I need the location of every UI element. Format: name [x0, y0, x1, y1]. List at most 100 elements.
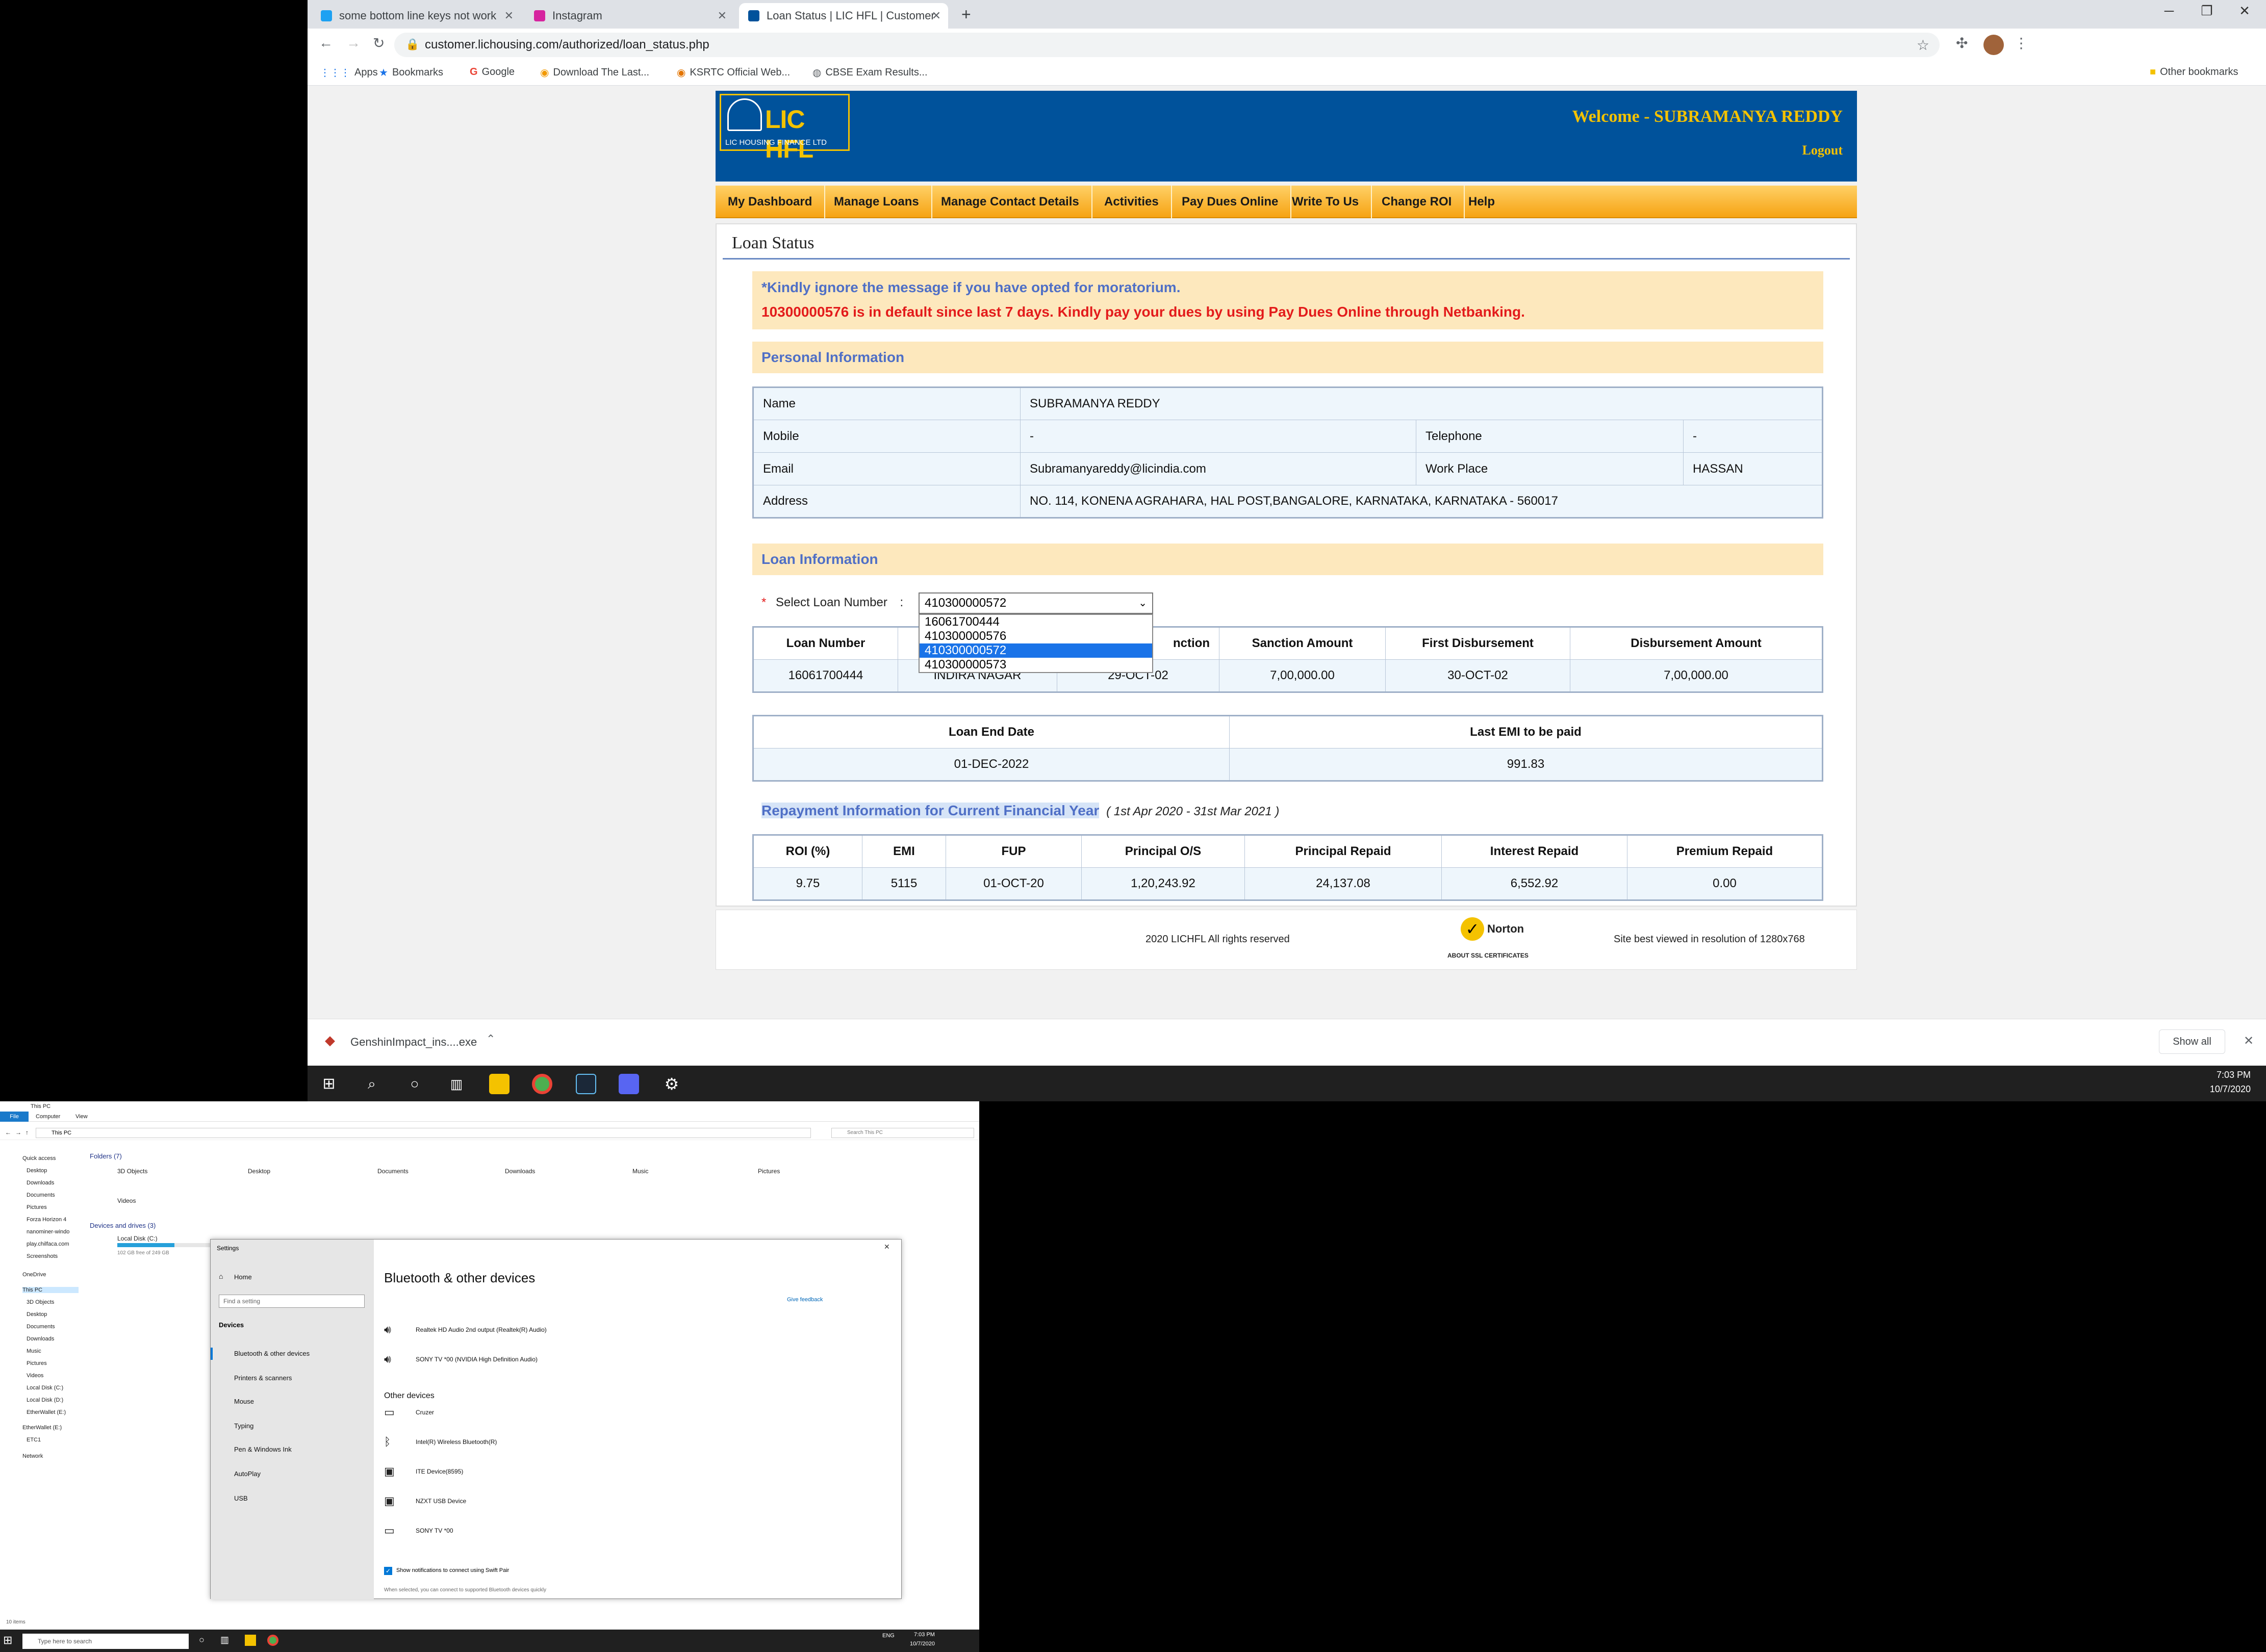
- menu-activities[interactable]: Activities: [1092, 186, 1172, 218]
- nav-item[interactable]: 3D Objects: [27, 1299, 54, 1305]
- settings-nav-usb[interactable]: USB: [234, 1494, 248, 1502]
- dropdown-option[interactable]: 16061700444: [920, 615, 1152, 629]
- folder-item[interactable]: Videos: [117, 1197, 136, 1204]
- norton-badge[interactable]: ✓ Norton ABOUT SSL CERTIFICATES: [1445, 915, 1552, 964]
- nav-item[interactable]: Downloads: [27, 1336, 54, 1342]
- task-view-icon[interactable]: ▥: [220, 1635, 229, 1645]
- nav-item[interactable]: Screenshots: [27, 1253, 58, 1259]
- settings-nav-typing[interactable]: Typing: [234, 1422, 253, 1430]
- nav-item[interactable]: Desktop: [27, 1311, 47, 1318]
- download-filename[interactable]: GenshinImpact_ins....exe: [350, 1036, 477, 1049]
- nav-item[interactable]: Local Disk (D:): [27, 1397, 63, 1403]
- lichfl-logo[interactable]: LIC HFL LIC HOUSING FINANCE LTD: [720, 94, 850, 163]
- nav-item[interactable]: EtherWallet (E:): [27, 1409, 66, 1415]
- clock-date[interactable]: 10/7/2020: [2205, 1084, 2251, 1095]
- bookmark-download[interactable]: ◉ Download The Last...: [540, 66, 649, 79]
- give-feedback-link[interactable]: Give feedback: [787, 1297, 823, 1303]
- tab-instagram[interactable]: Instagram ✕: [525, 3, 734, 29]
- menu-icon[interactable]: ⋮: [2014, 35, 2028, 51]
- bookmark-google[interactable]: G Google: [470, 66, 515, 78]
- folder-item[interactable]: Pictures: [758, 1168, 780, 1175]
- windows-start-icon[interactable]: ⊞: [3, 1634, 12, 1647]
- windows-start-icon[interactable]: ⊞: [319, 1074, 339, 1094]
- device-other[interactable]: ITE Device(8595): [416, 1468, 463, 1475]
- address-bar[interactable]: 🔒 customer.lichousing.com/authorized/loa…: [394, 33, 1940, 57]
- nav-item[interactable]: Downloads: [27, 1180, 54, 1186]
- folder-item[interactable]: Downloads: [505, 1168, 535, 1175]
- bookmark-ksrtc[interactable]: ◉ KSRTC Official Web...: [677, 66, 790, 79]
- settings-nav-pen[interactable]: Pen & Windows Ink: [234, 1446, 292, 1453]
- settings-search-input[interactable]: Find a setting: [219, 1295, 365, 1308]
- menu-manage-contact[interactable]: Manage Contact Details: [929, 186, 1092, 218]
- cortana-icon[interactable]: ○: [404, 1074, 425, 1094]
- settings-nav-bluetooth[interactable]: Bluetooth & other devices: [234, 1350, 310, 1357]
- menu-write-to-us[interactable]: Write To Us: [1280, 186, 1372, 218]
- nav-item[interactable]: Documents: [27, 1324, 55, 1330]
- close-tab-icon[interactable]: ✕: [504, 9, 514, 22]
- chrome-icon[interactable]: [267, 1635, 278, 1646]
- explorer-search-input[interactable]: Search This PC: [831, 1128, 974, 1138]
- close-icon[interactable]: ✕: [2244, 1034, 2254, 1048]
- settings-nav-printers[interactable]: Printers & scanners: [234, 1374, 292, 1382]
- device-other[interactable]: Intel(R) Wireless Bluetooth(R): [416, 1438, 497, 1446]
- folder-item[interactable]: Documents: [377, 1168, 409, 1175]
- forward-icon[interactable]: →: [15, 1129, 21, 1136]
- device-other[interactable]: SONY TV *00: [416, 1527, 453, 1534]
- clock-time[interactable]: 7:03 PM: [914, 1632, 935, 1638]
- minimize-icon[interactable]: ─: [2154, 3, 2184, 19]
- other-bookmarks[interactable]: ■ Other bookmarks: [2150, 66, 2238, 78]
- show-all-button[interactable]: Show all: [2159, 1029, 2225, 1054]
- nav-network[interactable]: Network: [22, 1453, 43, 1459]
- file-explorer-icon[interactable]: [245, 1635, 256, 1646]
- forward-icon[interactable]: →: [346, 35, 361, 51]
- settings-gear-icon[interactable]: ⚙: [661, 1074, 682, 1094]
- reload-icon[interactable]: ↻: [373, 35, 385, 51]
- nav-item[interactable]: Pictures: [27, 1204, 47, 1210]
- nav-item[interactable]: Videos: [27, 1373, 43, 1379]
- ribbon-file[interactable]: File: [0, 1112, 29, 1122]
- menu-manage-loans[interactable]: Manage Loans: [822, 186, 932, 218]
- drive-c[interactable]: Local Disk (C:): [117, 1235, 158, 1242]
- folder-item[interactable]: Music: [632, 1168, 648, 1175]
- clock-date[interactable]: 10/7/2020: [910, 1641, 935, 1647]
- explorer-path[interactable]: This PC: [36, 1128, 811, 1138]
- menu-change-roi[interactable]: Change ROI: [1369, 186, 1465, 218]
- nav-quick-access[interactable]: Quick access: [22, 1155, 56, 1161]
- back-icon[interactable]: ←: [5, 1129, 11, 1136]
- avatar[interactable]: [1983, 35, 2004, 55]
- menu-help[interactable]: Help: [1456, 186, 1507, 218]
- nav-item[interactable]: Documents: [27, 1192, 55, 1198]
- settings-nav-autoplay[interactable]: AutoPlay: [234, 1470, 261, 1478]
- settings-home[interactable]: Home: [234, 1273, 252, 1281]
- menu-my-dashboard[interactable]: My Dashboard: [716, 186, 826, 218]
- tab-loan-status[interactable]: Loan Status | LIC HFL | Customer ✕: [739, 3, 948, 29]
- dropdown-option[interactable]: 410300000576: [920, 629, 1152, 643]
- close-tab-icon[interactable]: ✕: [932, 9, 941, 22]
- star-icon[interactable]: ☆: [1917, 37, 1929, 54]
- back-icon[interactable]: ←: [319, 35, 333, 51]
- bookmark-bookmarks[interactable]: ★ Bookmarks: [379, 66, 443, 79]
- language-indicator[interactable]: ENG: [882, 1633, 895, 1639]
- tab-twitter[interactable]: some bottom line keys not work ✕: [312, 3, 521, 29]
- logout-link[interactable]: Logout: [1802, 143, 1843, 158]
- nav-item[interactable]: play.chilfaca.com: [27, 1241, 69, 1247]
- nav-item[interactable]: EtherWallet (E:): [22, 1425, 62, 1431]
- close-icon[interactable]: ✕: [884, 1243, 890, 1251]
- nav-item[interactable]: Music: [27, 1348, 41, 1354]
- nav-item[interactable]: ETC1: [27, 1437, 41, 1443]
- settings-nav-mouse[interactable]: Mouse: [234, 1398, 254, 1405]
- chrome-icon[interactable]: [532, 1074, 552, 1094]
- drives-heading[interactable]: Devices and drives (3): [90, 1222, 156, 1229]
- task-view-icon[interactable]: ▥: [446, 1074, 467, 1094]
- discord-icon[interactable]: [619, 1074, 639, 1094]
- new-tab-button[interactable]: +: [961, 5, 971, 24]
- extensions-icon[interactable]: ✣: [1956, 35, 1968, 51]
- cortana-icon[interactable]: ○: [199, 1635, 205, 1645]
- device-other[interactable]: Cruzer: [416, 1409, 434, 1416]
- restore-icon[interactable]: ❐: [2192, 3, 2222, 19]
- folders-heading[interactable]: Folders (7): [90, 1152, 122, 1160]
- swift-pair-checkbox[interactable]: ✓: [384, 1567, 392, 1575]
- folder-item[interactable]: Desktop: [248, 1168, 270, 1175]
- ribbon-computer[interactable]: Computer: [36, 1114, 60, 1120]
- up-icon[interactable]: ↑: [26, 1129, 29, 1136]
